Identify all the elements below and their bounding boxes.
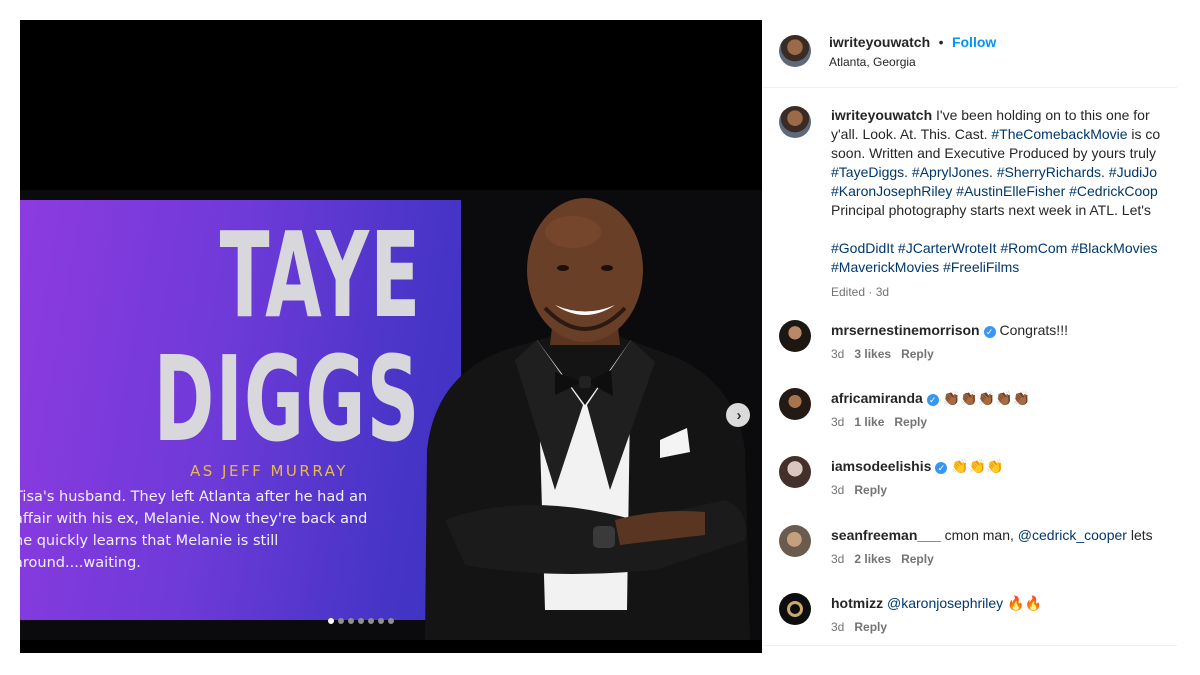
comment-username[interactable]: iamsodeelishis <box>831 458 931 474</box>
character-bio: Tisa's husband. They left Atlanta after … <box>20 489 368 571</box>
verified-badge-icon: ✓ <box>926 394 939 406</box>
actor-last-name: DIGGS <box>154 330 421 468</box>
caption-username[interactable]: iwriteyouwatch <box>831 107 932 123</box>
comment-item: africamiranda ✓ 👏🏾👏🏾👏🏾👏🏾👏🏾 3d 1 like Reply <box>779 388 1177 438</box>
reply-button[interactable]: Reply <box>854 483 887 497</box>
comment-text: Congrats!!! <box>995 322 1068 338</box>
carousel-dot <box>328 618 334 624</box>
verified-badge-icon: ✓ <box>935 462 948 474</box>
hashtag-links[interactable]: #KaronJosephRiley #AustinElleFisher #Ced… <box>831 182 1177 201</box>
avatar[interactable] <box>779 525 811 557</box>
comment-item: hotmizz @karonjosephriley 🔥🔥 3d Reply <box>779 593 1177 643</box>
post-view: TAYE DIGGS AS JEFF MURRAY Tisa's husband… <box>0 0 1200 675</box>
comment-item: seanfreeman___ cmon man, @cedrick_cooper… <box>779 525 1177 575</box>
chevron-right-icon: › <box>736 406 742 424</box>
caption-meta: Edited · 3d <box>831 285 890 299</box>
comment-username[interactable]: seanfreeman___ <box>831 527 941 543</box>
post-sidebar: iwriteyouwatch • Follow Atlanta, Georgia… <box>763 20 1177 653</box>
carousel-dot <box>378 618 384 624</box>
avatar[interactable] <box>779 593 811 625</box>
comment-username[interactable]: africamiranda <box>831 390 923 406</box>
avatar[interactable] <box>779 388 811 420</box>
hashtag-links[interactable]: #TayeDiggs. #AprylJones. #SherryRichards… <box>831 163 1177 182</box>
carousel-indicator <box>328 618 394 624</box>
hashtag-links[interactable]: #MaverickMovies #FreeliFilms <box>831 258 1177 277</box>
post-media: TAYE DIGGS AS JEFF MURRAY Tisa's husband… <box>20 20 762 653</box>
avatar[interactable] <box>779 35 811 67</box>
comment-item: iamsodeelishis ✓ 👏👏👏 3d Reply <box>779 456 1177 506</box>
post-header: iwriteyouwatch • Follow Atlanta, Georgia <box>763 20 1177 88</box>
comment-text: 👏🏾👏🏾👏🏾👏🏾👏🏾 <box>938 390 1030 406</box>
actor-photo <box>425 198 750 640</box>
carousel-dot <box>388 618 394 624</box>
follow-button[interactable]: Follow <box>952 34 996 50</box>
comment-time: 3d <box>831 483 845 497</box>
hashtag-links[interactable]: #GodDidIt #JCarterWroteIt #RomCom #Black… <box>831 239 1177 258</box>
avatar[interactable] <box>779 456 811 488</box>
avatar[interactable] <box>779 320 811 352</box>
comment-text: 👏👏👏 <box>947 458 1004 474</box>
reply-button[interactable]: Reply <box>854 620 887 634</box>
title-card: TAYE DIGGS AS JEFF MURRAY Tisa's husband… <box>20 200 461 620</box>
comment-time: 3d <box>831 620 845 634</box>
post-location[interactable]: Atlanta, Georgia <box>829 55 916 69</box>
carousel-dot <box>358 618 364 624</box>
reply-button[interactable]: Reply <box>901 552 934 566</box>
role-label: AS JEFF MURRAY <box>190 462 348 480</box>
carousel-dot <box>368 618 374 624</box>
comment-text: cmon man, <box>940 527 1018 543</box>
comment-username[interactable]: hotmizz <box>831 595 883 611</box>
carousel-dot <box>338 618 344 624</box>
comment-time: 3d <box>831 552 845 566</box>
divider <box>763 645 1177 646</box>
comment-item: mrsernestinemorrison ✓ Congrats!!! 3d 3 li… <box>779 320 1177 370</box>
comment-time: 3d <box>831 347 845 361</box>
comment-likes[interactable]: 1 like <box>854 415 884 429</box>
author-username[interactable]: iwriteyouwatch <box>829 34 930 50</box>
separator: • <box>938 34 944 50</box>
hashtag-link[interactable]: #TheComebackMovie <box>991 126 1127 142</box>
comment-username[interactable]: mrsernestinemorrison <box>831 322 980 338</box>
comment-likes[interactable]: 2 likes <box>854 552 891 566</box>
reply-button[interactable]: Reply <box>894 415 927 429</box>
carousel-slide: TAYE DIGGS AS JEFF MURRAY Tisa's husband… <box>20 190 762 640</box>
comment-time: 3d <box>831 415 845 429</box>
verified-badge-icon: ✓ <box>983 326 996 338</box>
mention-link[interactable]: @karonjosephriley <box>887 595 1003 611</box>
comment-likes[interactable]: 3 likes <box>854 347 891 361</box>
carousel-dot <box>348 618 354 624</box>
carousel-next-button[interactable]: › <box>726 403 750 427</box>
mention-link[interactable]: @cedrick_cooper <box>1018 527 1127 543</box>
actor-first-name: TAYE <box>219 206 421 344</box>
reply-button[interactable]: Reply <box>901 347 934 361</box>
post-caption: iwriteyouwatch I've been holding on to t… <box>831 106 1177 302</box>
caption-avatar[interactable] <box>779 106 811 138</box>
